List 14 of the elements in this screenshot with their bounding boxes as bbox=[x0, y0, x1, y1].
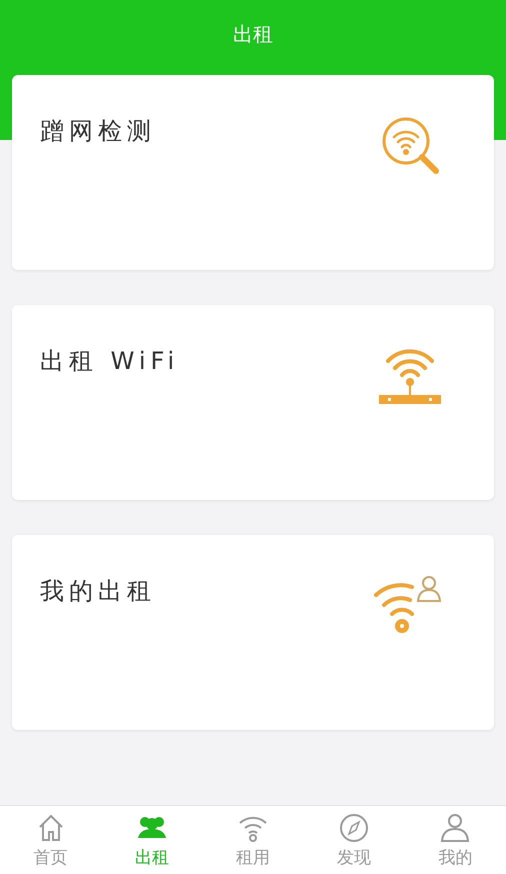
tab-button[interactable]: 出租 bbox=[101, 806, 202, 874]
person-icon bbox=[439, 812, 472, 844]
menu-card[interactable]: 出租 WiFi bbox=[12, 305, 494, 500]
tab-button[interactable]: 首页 bbox=[0, 806, 102, 874]
tab-button[interactable]: 发现 bbox=[304, 806, 405, 874]
card-label: 我的出租 bbox=[40, 576, 156, 607]
compass-icon bbox=[338, 812, 370, 844]
menu-card[interactable]: 蹭网检测 bbox=[12, 75, 494, 270]
menu-card[interactable]: 我的出租 bbox=[12, 535, 494, 730]
tab-button[interactable]: 我的 bbox=[404, 806, 506, 874]
card-label: 出租 WiFi bbox=[40, 346, 180, 377]
tab-button[interactable]: 租用 bbox=[202, 806, 304, 874]
card-label: 蹭网检测 bbox=[40, 116, 156, 147]
page-title: 出租 bbox=[233, 21, 273, 47]
